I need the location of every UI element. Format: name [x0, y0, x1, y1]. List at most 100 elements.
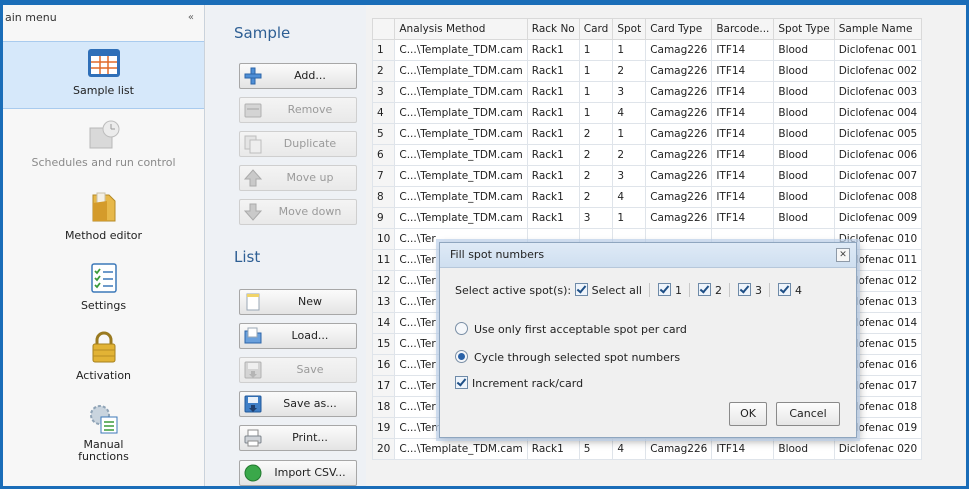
table-cell[interactable]: ITF14: [711, 39, 775, 61]
menu-item-activation[interactable]: Activation: [3, 331, 204, 391]
table-cell[interactable]: Rack1: [526, 39, 580, 61]
table-cell[interactable]: 3: [612, 81, 647, 103]
cycle-spots-radio[interactable]: [455, 350, 468, 363]
move-down-button[interactable]: Move down: [239, 199, 357, 225]
table-cell[interactable]: ITF14: [711, 165, 775, 187]
table-cell[interactable]: Diclofenac 001: [833, 39, 923, 61]
table-row[interactable]: 4 C...\Template_TDM.cam Rack1 1 4 Camag226 ITF…: [371, 102, 923, 124]
table-cell[interactable]: Blood: [773, 438, 835, 460]
table-cell[interactable]: Rack1: [526, 102, 580, 124]
print-button[interactable]: Print...: [239, 425, 357, 451]
table-cell[interactable]: Diclofenac 002: [833, 60, 923, 82]
table-cell[interactable]: 5: [578, 438, 614, 460]
spot-1-checkbox[interactable]: [657, 283, 671, 296]
table-cell[interactable]: ITF14: [711, 81, 775, 103]
table-cell[interactable]: C...\Template_TDM.cam: [394, 60, 528, 82]
table-cell[interactable]: 2: [578, 165, 614, 187]
table-cell[interactable]: C...\Template_TDM.cam: [394, 165, 528, 187]
table-cell[interactable]: Diclofenac 006: [833, 144, 923, 166]
table-row[interactable]: 6 C...\Template_TDM.cam Rack1 2 2 Camag226 ITF…: [371, 144, 923, 166]
remove-button[interactable]: Remove: [239, 97, 357, 123]
table-cell[interactable]: 1: [578, 60, 614, 82]
spot-3-checkbox[interactable]: [737, 283, 751, 296]
table-row[interactable]: 1 C...\Template_TDM.cam Rack1 1 1 Camag226 ITF…: [371, 39, 923, 61]
table-cell[interactable]: Blood: [773, 39, 835, 61]
table-cell[interactable]: C...\Template_TDM.cam: [394, 438, 528, 460]
load-button[interactable]: Load...: [239, 323, 357, 349]
table-cell[interactable]: Blood: [773, 81, 835, 103]
table-cell[interactable]: 4: [612, 102, 647, 124]
table-row[interactable]: 2 C...\Template_TDM.cam Rack1 1 2 Camag226 ITF…: [371, 60, 923, 82]
table-cell[interactable]: Blood: [773, 102, 835, 124]
table-cell[interactable]: Rack1: [526, 165, 580, 187]
table-cell[interactable]: Rack1: [526, 438, 580, 460]
menu-item-method-editor[interactable]: Method editor: [3, 191, 204, 251]
table-row[interactable]: 3 C...\Template_TDM.cam Rack1 1 3 Camag226 ITF…: [371, 81, 923, 103]
spot-4-checkbox[interactable]: [777, 283, 791, 296]
menu-item-manual-functions[interactable]: Manual functions: [3, 403, 204, 483]
table-cell[interactable]: 1: [578, 102, 614, 124]
table-cell[interactable]: 1: [578, 39, 614, 61]
column-header[interactable]: Spot Type: [773, 18, 835, 40]
table-row[interactable]: 5 C...\Template_TDM.cam Rack1 2 1 Camag226 ITF…: [371, 123, 923, 145]
table-cell[interactable]: Camag226: [645, 144, 713, 166]
table-cell[interactable]: Blood: [773, 207, 835, 229]
table-cell[interactable]: 2: [578, 144, 614, 166]
table-cell[interactable]: ITF14: [711, 438, 775, 460]
table-cell[interactable]: Blood: [773, 60, 835, 82]
table-cell[interactable]: C...\Template_TDM.cam: [394, 81, 528, 103]
table-cell[interactable]: Rack1: [526, 123, 580, 145]
import-csv-button[interactable]: Import CSV...: [239, 460, 357, 486]
table-cell[interactable]: 4: [612, 438, 647, 460]
column-header[interactable]: Sample Name: [833, 18, 923, 40]
table-row[interactable]: 9 C...\Template_TDM.cam Rack1 3 1 Camag226 ITF…: [371, 207, 923, 229]
table-cell[interactable]: Camag226: [645, 102, 713, 124]
column-header[interactable]: Spot: [612, 18, 647, 40]
table-cell[interactable]: Blood: [773, 123, 835, 145]
select-all-checkbox[interactable]: [574, 283, 588, 296]
table-cell[interactable]: Rack1: [526, 186, 580, 208]
table-cell[interactable]: Rack1: [526, 60, 580, 82]
table-cell[interactable]: Diclofenac 009: [833, 207, 923, 229]
save-button[interactable]: Save: [239, 357, 357, 383]
table-cell[interactable]: Diclofenac 004: [833, 102, 923, 124]
table-cell[interactable]: Diclofenac 007: [833, 165, 923, 187]
table-cell[interactable]: C...\Template_TDM.cam: [394, 123, 528, 145]
table-cell[interactable]: ITF14: [711, 60, 775, 82]
increment-option[interactable]: Increment rack/card: [455, 376, 583, 390]
column-header[interactable]: Barcode...: [711, 18, 775, 40]
save-as-button[interactable]: Save as...: [239, 391, 357, 417]
table-cell[interactable]: C...\Template_TDM.cam: [394, 39, 528, 61]
table-cell[interactable]: Diclofenac 008: [833, 186, 923, 208]
table-row[interactable]: 7 C...\Template_TDM.cam Rack1 2 3 Camag226 ITF…: [371, 165, 923, 187]
table-cell[interactable]: ITF14: [711, 186, 775, 208]
cancel-button[interactable]: Cancel: [776, 402, 840, 426]
close-icon[interactable]: ✕: [836, 248, 850, 262]
column-header[interactable]: Card Type: [645, 18, 713, 40]
table-cell[interactable]: Camag226: [645, 207, 713, 229]
table-cell[interactable]: 2: [612, 60, 647, 82]
table-cell[interactable]: Camag226: [645, 81, 713, 103]
table-cell[interactable]: Diclofenac 005: [833, 123, 923, 145]
column-header[interactable]: Card: [578, 18, 614, 40]
ok-button[interactable]: OK: [729, 402, 767, 426]
table-cell[interactable]: ITF14: [711, 102, 775, 124]
table-cell[interactable]: 3: [612, 165, 647, 187]
table-cell[interactable]: Diclofenac 003: [833, 81, 923, 103]
table-cell[interactable]: ITF14: [711, 123, 775, 145]
table-cell[interactable]: Diclofenac 020: [833, 438, 923, 460]
menu-item-sample-list[interactable]: Sample list: [3, 41, 204, 109]
table-cell[interactable]: C...\Template_TDM.cam: [394, 186, 528, 208]
table-cell[interactable]: Blood: [773, 186, 835, 208]
table-cell[interactable]: Camag226: [645, 60, 713, 82]
table-row[interactable]: 20 C...\Template_TDM.cam Rack1 5 4 Camag226 IT…: [371, 438, 923, 460]
new-button[interactable]: New: [239, 289, 357, 315]
first-spot-radio[interactable]: [455, 322, 468, 335]
table-cell[interactable]: C...\Template_TDM.cam: [394, 102, 528, 124]
row-number-header[interactable]: [371, 18, 396, 40]
table-cell[interactable]: Camag226: [645, 123, 713, 145]
column-header[interactable]: Rack No: [526, 18, 580, 40]
add-button[interactable]: Add...: [239, 63, 357, 89]
table-cell[interactable]: 1: [578, 81, 614, 103]
spot-2-checkbox[interactable]: [697, 283, 711, 296]
